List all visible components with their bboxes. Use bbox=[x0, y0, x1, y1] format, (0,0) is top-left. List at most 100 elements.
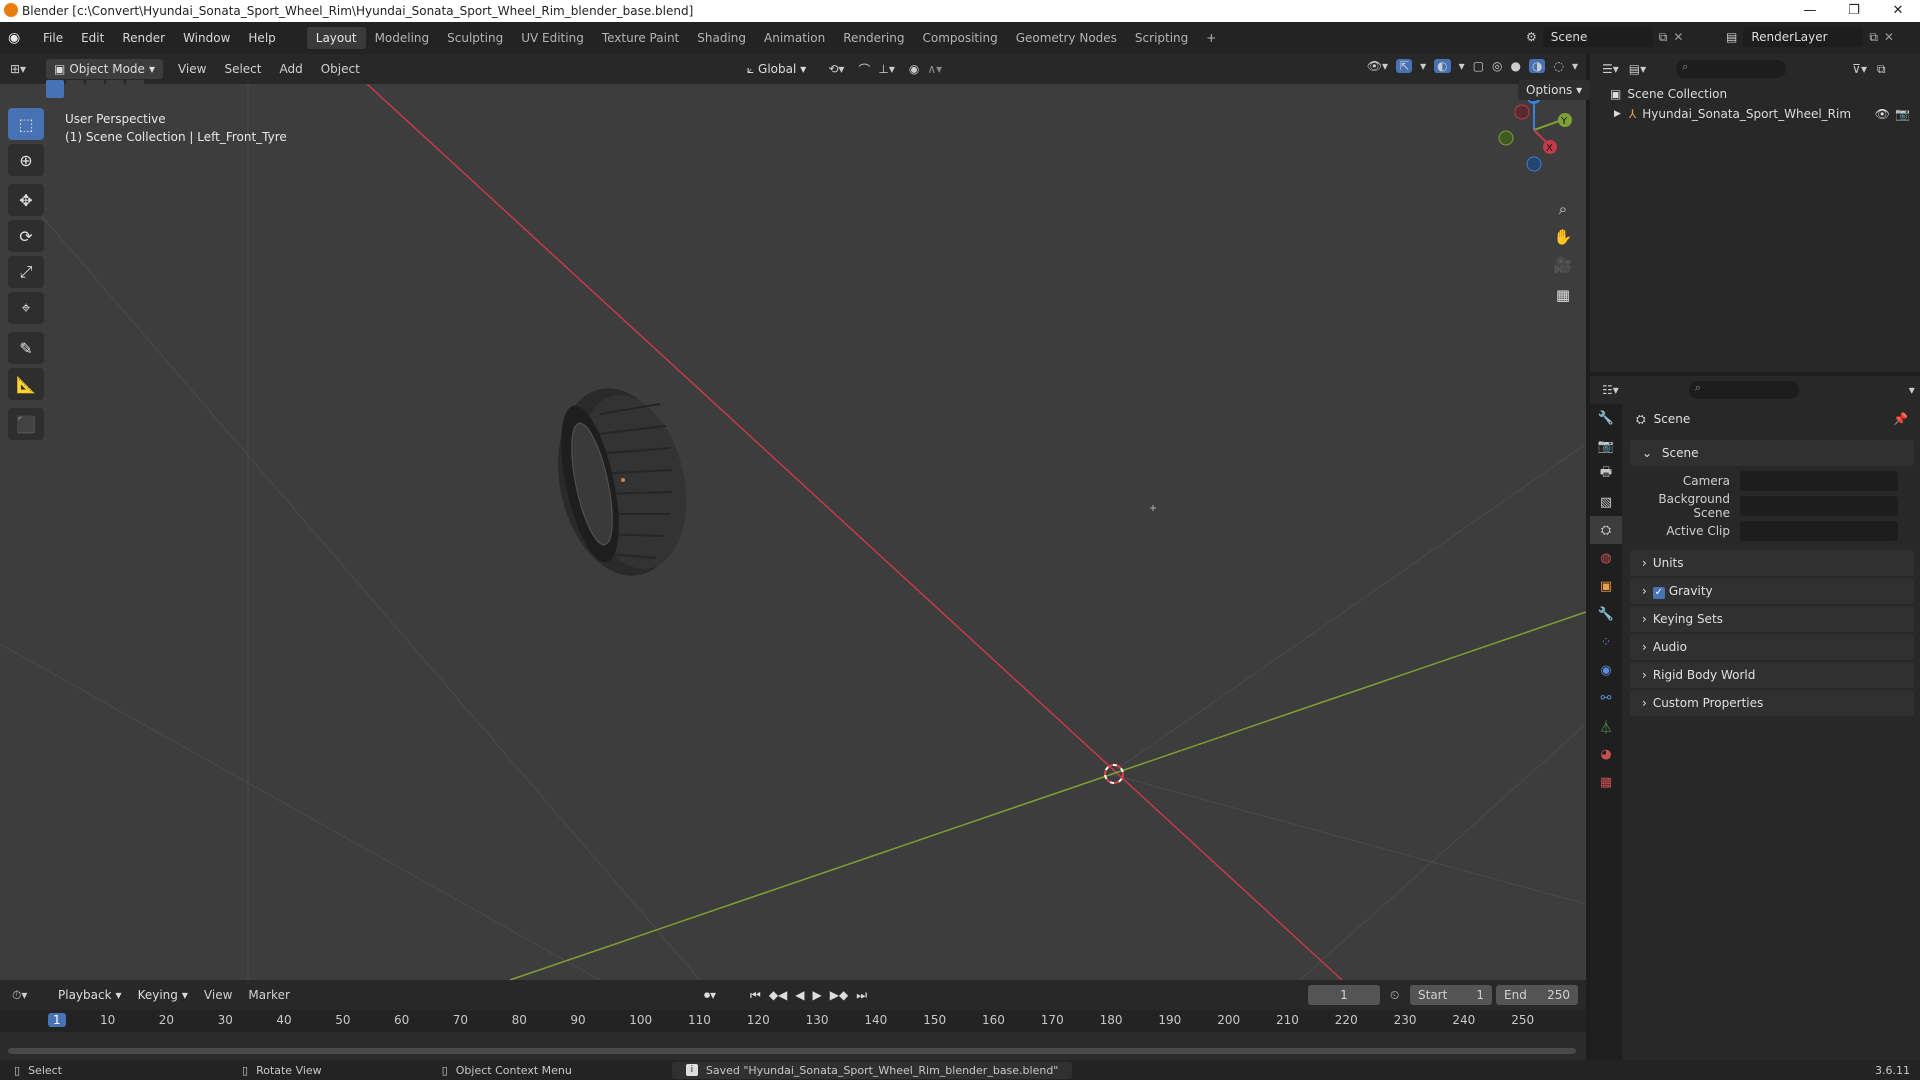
select-intersect-icon[interactable] bbox=[126, 80, 144, 98]
gizmo-options-icon[interactable]: ▾ bbox=[1420, 59, 1426, 73]
workspace-tab-layout[interactable]: Layout bbox=[306, 27, 366, 49]
tyre-object[interactable] bbox=[542, 377, 702, 588]
background-scene-field[interactable] bbox=[1740, 495, 1898, 516]
blender-menu-icon[interactable]: ◉ bbox=[8, 30, 34, 46]
wireframe-shading-icon[interactable]: ◎ bbox=[1492, 59, 1502, 73]
select-extend-icon[interactable] bbox=[66, 80, 84, 98]
proportional-editing-icon[interactable]: ◉ bbox=[909, 62, 919, 76]
material-tab-icon[interactable]: ◕ bbox=[1590, 740, 1622, 768]
menu-render[interactable]: Render bbox=[113, 28, 174, 48]
playback-dropdown[interactable]: Playback ▾ bbox=[50, 985, 130, 1005]
workspace-tab-uv-editing[interactable]: UV Editing bbox=[512, 27, 593, 49]
snap-icon[interactable]: ⌒ bbox=[858, 61, 870, 78]
timeline-menu-marker[interactable]: Marker bbox=[240, 988, 297, 1002]
workspace-tab-animation[interactable]: Animation bbox=[755, 27, 834, 49]
add-workspace-button[interactable]: + bbox=[1197, 27, 1225, 49]
transform-orientation-dropdown[interactable]: ⟀ Global ▾ bbox=[738, 59, 815, 79]
menu-help[interactable]: Help bbox=[239, 28, 284, 48]
play-icon[interactable]: ▶ bbox=[813, 988, 822, 1003]
perspective-grid-icon[interactable]: ▦ bbox=[1548, 282, 1578, 308]
scene-selector-icon[interactable]: ⚙ bbox=[1526, 30, 1537, 44]
camera-render-icon[interactable]: 📷 bbox=[1895, 107, 1910, 121]
panel-custom-properties-header[interactable]: › Custom Properties bbox=[1630, 690, 1914, 716]
panel-units-header[interactable]: › Units bbox=[1630, 550, 1914, 576]
editor-type-icon[interactable]: ⊞▾ bbox=[10, 62, 40, 76]
timeline-menu-view[interactable]: View bbox=[196, 988, 240, 1002]
outliner-search-input[interactable]: ⌕ bbox=[1676, 60, 1787, 78]
select-new-icon[interactable] bbox=[46, 80, 64, 98]
panel-scene-header[interactable]: ⌄ Scene bbox=[1630, 440, 1914, 466]
3d-viewport[interactable]: Z Y X bbox=[0, 84, 1586, 980]
rendered-shading-icon[interactable]: ◌ bbox=[1553, 59, 1563, 73]
menu-edit[interactable]: Edit bbox=[72, 28, 113, 48]
scene-name-field[interactable]: Scene bbox=[1542, 27, 1653, 47]
select-subtract-icon[interactable] bbox=[86, 80, 104, 98]
falloff-icon[interactable]: ∧▾ bbox=[927, 62, 942, 76]
panel-rigid-body-world-header[interactable]: › Rigid Body World bbox=[1630, 662, 1914, 688]
pan-hand-icon[interactable]: ✋ bbox=[1548, 224, 1578, 250]
workspace-tab-texture-paint[interactable]: Texture Paint bbox=[593, 27, 688, 49]
show-gizmo-icon[interactable]: ⇱ bbox=[1396, 59, 1413, 73]
add-cube-tool-icon[interactable]: ⬛ bbox=[8, 408, 44, 440]
expand-arrow-icon[interactable]: ▶ bbox=[1614, 109, 1621, 119]
play-reverse-icon[interactable]: ◀ bbox=[795, 988, 804, 1003]
navigation-gizmo[interactable]: Z Y X bbox=[1498, 90, 1572, 172]
options-dropdown[interactable]: Options ▾ bbox=[1518, 80, 1591, 100]
close-button[interactable]: ✕ bbox=[1876, 0, 1920, 22]
workspace-tab-sculpting[interactable]: Sculpting bbox=[438, 27, 512, 49]
menu-window[interactable]: Window bbox=[174, 28, 239, 48]
scale-tool-icon[interactable]: ⤢ bbox=[8, 256, 44, 288]
shading-options-icon[interactable]: ▾ bbox=[1572, 59, 1578, 73]
next-keyframe-icon[interactable]: ▶◆ bbox=[830, 988, 848, 1003]
jump-end-icon[interactable]: ⏭ bbox=[856, 988, 867, 1003]
filter-icon[interactable]: ⊽▾ bbox=[1852, 62, 1867, 76]
solid-shading-icon[interactable]: ● bbox=[1511, 59, 1521, 73]
new-scene-icon[interactable]: ⧉ bbox=[1659, 30, 1668, 45]
rotate-tool-icon[interactable]: ⟳ bbox=[8, 220, 44, 252]
workspace-tab-modeling[interactable]: Modeling bbox=[366, 27, 439, 49]
xray-toggle-icon[interactable]: ▢ bbox=[1473, 59, 1484, 73]
timeline-scrollbar[interactable] bbox=[8, 1048, 1576, 1054]
panel-gravity-header[interactable]: › ✓ Gravity bbox=[1630, 578, 1914, 604]
properties-editor-type-icon[interactable]: ☷▾ bbox=[1602, 383, 1619, 397]
new-collection-icon[interactable]: ⧉ bbox=[1877, 62, 1886, 77]
maximize-button[interactable]: ❐ bbox=[1832, 0, 1876, 22]
overlay-options-icon[interactable]: ▾ bbox=[1459, 59, 1465, 73]
active-clip-field[interactable] bbox=[1740, 520, 1898, 541]
camera-field[interactable] bbox=[1740, 470, 1898, 491]
current-frame-marker[interactable]: 1 bbox=[48, 1013, 66, 1027]
zoom-icon[interactable]: ⌕ bbox=[1548, 196, 1578, 222]
workspace-tab-rendering[interactable]: Rendering bbox=[834, 27, 913, 49]
transform-tool-icon[interactable]: ⌖ bbox=[8, 292, 44, 324]
outliner-editor-type-icon[interactable]: ☰▾ bbox=[1602, 62, 1619, 76]
texture-tab-icon[interactable]: ▦ bbox=[1590, 768, 1622, 796]
outliner-row-object[interactable]: ▶ ⅄ Hyundai_Sonata_Sport_Wheel_Rim 👁 📷 bbox=[1590, 104, 1920, 124]
snap-target-icon[interactable]: ⊥▾ bbox=[878, 62, 894, 76]
viewport-menu-select[interactable]: Select bbox=[215, 62, 270, 76]
pivot-point-icon[interactable]: ⟲▾ bbox=[828, 62, 844, 76]
new-layer-icon[interactable]: ⧉ bbox=[1869, 30, 1878, 45]
renderlayer-name-field[interactable]: RenderLayer bbox=[1743, 27, 1864, 47]
eye-visibility-icon[interactable]: 👁 bbox=[1875, 107, 1890, 121]
material-preview-shading-icon[interactable]: ◑ bbox=[1529, 59, 1546, 73]
gravity-checkbox[interactable]: ✓ bbox=[1652, 587, 1665, 599]
workspace-tab-geometry-nodes[interactable]: Geometry Nodes bbox=[1007, 27, 1126, 49]
viewport-menu-object[interactable]: Object bbox=[312, 62, 369, 76]
panel-keying-sets-header[interactable]: › Keying Sets bbox=[1630, 606, 1914, 632]
properties-options-icon[interactable]: ▾ bbox=[1909, 383, 1915, 397]
annotate-tool-icon[interactable]: ✎ bbox=[8, 332, 44, 364]
minimize-button[interactable]: — bbox=[1788, 0, 1832, 22]
select-invert-icon[interactable] bbox=[106, 80, 124, 98]
move-tool-icon[interactable]: ✥ bbox=[8, 184, 44, 216]
cursor-tool-icon[interactable]: ⊕ bbox=[8, 144, 44, 176]
outliner-row-scene-collection[interactable]: ▣ Scene Collection bbox=[1590, 84, 1920, 104]
select-box-tool-icon[interactable]: ⬚ bbox=[8, 108, 44, 140]
viewport-menu-add[interactable]: Add bbox=[270, 62, 311, 76]
current-frame-field[interactable]: 1 bbox=[1308, 985, 1380, 1005]
prev-keyframe-icon[interactable]: ◆◀ bbox=[769, 988, 787, 1003]
workspace-tab-scripting[interactable]: Scripting bbox=[1126, 27, 1197, 49]
workspace-tab-compositing[interactable]: Compositing bbox=[913, 27, 1006, 49]
camera-view-icon[interactable]: 🎥 bbox=[1548, 252, 1578, 278]
keying-dropdown[interactable]: Keying ▾ bbox=[130, 985, 196, 1005]
object-mode-dropdown[interactable]: ▣ Object Mode ▾ bbox=[46, 59, 163, 79]
